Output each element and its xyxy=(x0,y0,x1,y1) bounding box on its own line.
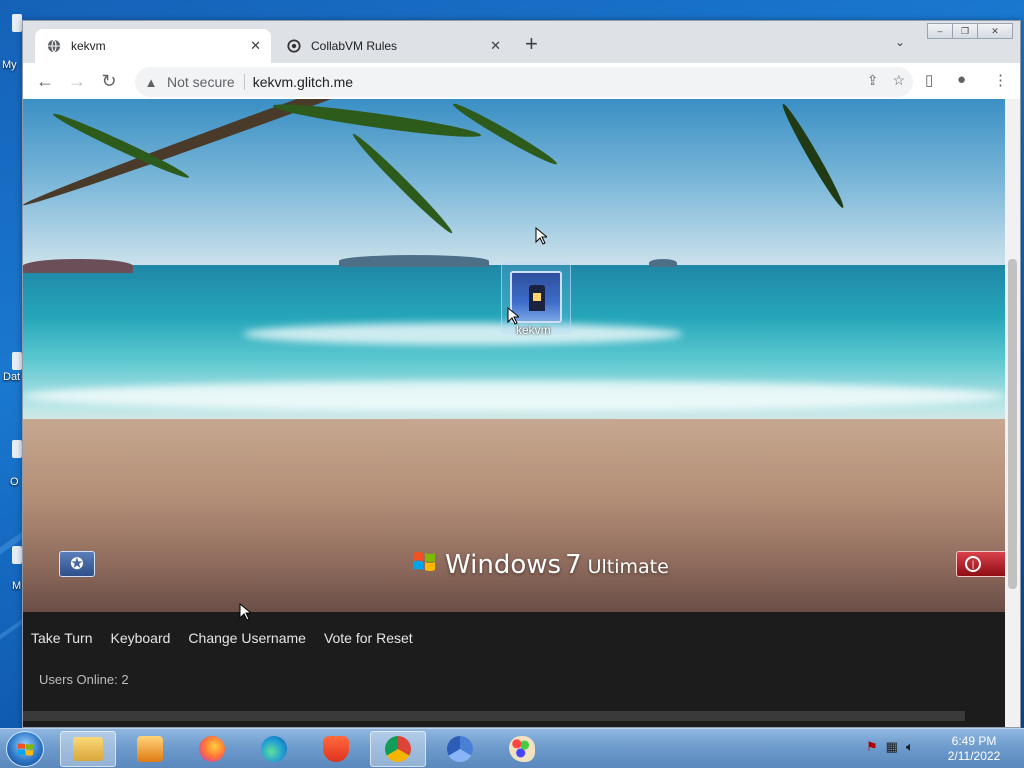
horizontal-scrollbar[interactable] xyxy=(23,711,965,721)
shutdown-button[interactable]: | xyxy=(956,551,1005,577)
close-window-button[interactable]: ✕ xyxy=(977,23,1013,39)
windows-flag-icon xyxy=(18,743,33,756)
minimize-button[interactable]: – xyxy=(927,23,953,39)
windows-branding: Windows 7 Ultimate xyxy=(411,549,669,580)
chrome-icon xyxy=(385,736,411,762)
vm-desktop-icon-label: kekvm xyxy=(516,323,551,337)
keyboard-button[interactable]: Keyboard xyxy=(110,630,170,646)
host-desktop-icon[interactable] xyxy=(12,14,22,32)
clock-date: 2/11/2022 xyxy=(947,749,1001,763)
host-desktop-icon[interactable] xyxy=(12,352,22,370)
mouse-cursor xyxy=(239,603,251,621)
branding-version: 7 xyxy=(565,550,582,580)
brave-icon xyxy=(323,736,349,762)
power-icon: | xyxy=(965,556,981,572)
chromium-icon xyxy=(447,736,473,762)
taskbar-explorer[interactable] xyxy=(60,731,116,767)
host-desktop-label: Dat xyxy=(3,371,21,383)
profile-icon[interactable]: ● xyxy=(957,71,966,88)
wallpaper-sand xyxy=(23,419,1005,612)
vertical-scrollbar[interactable] xyxy=(1005,99,1020,727)
media-player-icon xyxy=(137,736,163,762)
wallpaper-sky xyxy=(23,99,1005,269)
globe-icon xyxy=(47,39,61,53)
host-desktop-label: M xyxy=(12,580,22,592)
taskbar-chromium[interactable] xyxy=(432,731,488,767)
wallpaper-surf xyxy=(23,381,1005,411)
back-button[interactable]: ← xyxy=(33,69,57,93)
url-text[interactable]: kekvm.glitch.me xyxy=(253,74,353,90)
host-desktop-label: O xyxy=(10,476,19,488)
system-clock[interactable]: 6:49 PM 2/11/2022 xyxy=(944,734,1004,764)
close-tab-icon[interactable]: ✕ xyxy=(490,38,501,54)
host-desktop-label: My xyxy=(2,59,17,71)
taskbar-brave[interactable] xyxy=(308,731,364,767)
bookmark-star-icon[interactable]: ☆ xyxy=(892,72,905,89)
taskbar-media-player[interactable] xyxy=(122,731,178,767)
page-content: kekvm ✪ Windows 7 Ultimate | Take Turn K… xyxy=(23,99,1020,727)
tab-collabvm-rules[interactable]: CollabVM Rules ✕ xyxy=(275,29,511,63)
wallpaper-island xyxy=(649,259,677,267)
maximize-button[interactable]: ❐ xyxy=(952,23,978,39)
mouse-cursor xyxy=(535,227,547,245)
taskbar: ⚑ ▦ 🔈︎ 6:49 PM 2/11/2022 xyxy=(0,728,1024,768)
browser-toolbar: ← → ↻ ▲ Not secure kekvm.glitch.me ⇪ ☆ ▯… xyxy=(23,63,1020,99)
branding-edition: Ultimate xyxy=(587,556,669,578)
wallpaper-island xyxy=(339,255,489,267)
tab-title: CollabVM Rules xyxy=(311,39,398,53)
tab-title: kekvm xyxy=(71,39,106,53)
security-label[interactable]: Not secure xyxy=(167,74,235,90)
share-icon[interactable]: ⇪ xyxy=(867,72,879,89)
action-center-flag-icon[interactable]: ⚑ xyxy=(866,739,878,755)
menu-icon[interactable]: ⋮ xyxy=(993,71,1008,89)
branding-windows: Windows xyxy=(445,550,562,580)
edge-icon xyxy=(261,736,287,762)
tab-search-icon[interactable]: ⌄ xyxy=(895,35,905,49)
wallpaper-rocks xyxy=(23,259,133,273)
take-turn-button[interactable]: Take Turn xyxy=(31,630,92,646)
collabvm-icon xyxy=(287,39,301,53)
taskbar-edge[interactable] xyxy=(246,731,302,767)
side-panel-icon[interactable]: ▯ xyxy=(925,71,933,89)
system-tray: ⚑ ▦ 🔈︎ xyxy=(866,739,914,755)
taskbar-paint[interactable] xyxy=(494,731,550,767)
warning-icon[interactable]: ▲ xyxy=(143,74,159,90)
ease-of-access-icon: ✪ xyxy=(70,556,84,573)
host-desktop-icon[interactable] xyxy=(12,440,22,458)
start-button[interactable] xyxy=(6,731,44,767)
forward-button[interactable]: → xyxy=(65,69,89,93)
taskbar-firefox[interactable] xyxy=(184,731,240,767)
users-online: Users Online: 2 xyxy=(39,672,129,687)
ease-of-access-button[interactable]: ✪ xyxy=(59,551,95,577)
divider xyxy=(243,74,245,90)
reload-button[interactable]: ↻ xyxy=(97,69,121,93)
new-tab-button[interactable]: + xyxy=(525,33,538,55)
firefox-icon xyxy=(199,736,225,762)
network-icon[interactable]: ▦ xyxy=(886,739,898,755)
host-desktop-icon[interactable] xyxy=(12,546,22,564)
vm-controls: Take Turn Keyboard Change Username Vote … xyxy=(31,630,431,646)
paint-icon xyxy=(509,736,535,762)
scrollbar-thumb[interactable] xyxy=(1008,259,1017,589)
browser-window: kekvm ✕ CollabVM Rules ✕ + ⌄ – ❐ ✕ ← → ↻… xyxy=(22,20,1021,728)
windows-flag-icon xyxy=(413,552,435,571)
volume-icon[interactable]: 🔈︎ xyxy=(906,739,914,755)
explorer-icon xyxy=(73,737,103,761)
clock-time: 6:49 PM xyxy=(951,734,997,748)
address-bar[interactable]: ▲ Not secure kekvm.glitch.me ⇪ ☆ xyxy=(135,67,913,97)
vote-for-reset-button[interactable]: Vote for Reset xyxy=(324,630,413,646)
tab-kekvm[interactable]: kekvm ✕ xyxy=(35,29,271,63)
tab-strip: kekvm ✕ CollabVM Rules ✕ + ⌄ – ❐ ✕ xyxy=(23,21,1020,63)
wallpaper-surf xyxy=(243,323,683,345)
mouse-cursor xyxy=(507,307,519,325)
vm-screen[interactable]: kekvm ✪ Windows 7 Ultimate | xyxy=(23,99,1005,612)
taskbar-chrome[interactable] xyxy=(370,731,426,767)
change-username-button[interactable]: Change Username xyxy=(188,630,306,646)
close-tab-icon[interactable]: ✕ xyxy=(250,38,261,54)
